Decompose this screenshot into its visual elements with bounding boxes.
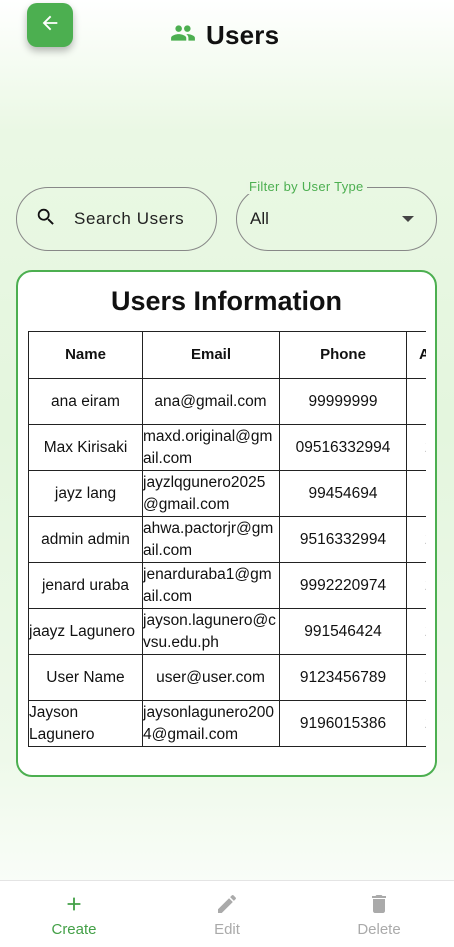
create-button[interactable]: Create: [24, 881, 124, 947]
card-title: Users Information: [110, 286, 343, 316]
page-title: Users: [206, 19, 280, 50]
table-row[interactable]: jaayz Lagunero jayson.lagunero@cvsu.edu.…: [28, 608, 426, 655]
cell-extra: 2: [406, 562, 426, 609]
cell-email: maxd.original@gmail.com: [142, 424, 280, 471]
search-users-button[interactable]: Search Users: [16, 187, 217, 251]
users-information-card: Users Information Name Email Phone A ana…: [16, 270, 437, 777]
cell-email: jenarduraba1@gmail.com: [142, 562, 280, 609]
cell-email: ana@gmail.com: [142, 378, 280, 425]
cell-extra: [406, 378, 426, 425]
cell-email: ahwa.pactorjr@gmail.com: [142, 516, 280, 563]
cell-email: jaysonlagunero2004@gmail.com: [142, 700, 280, 747]
delete-button[interactable]: Delete: [329, 881, 429, 947]
table-row[interactable]: ana eiram ana@gmail.com 99999999: [28, 378, 426, 425]
cell-phone: 9992220974: [279, 562, 407, 609]
cell-phone: 99999999: [279, 378, 407, 425]
caret-down-icon: [402, 216, 414, 222]
bottom-navigation-bar: Create Edit Delete: [0, 880, 454, 947]
cell-name: Max Kirisaki: [28, 424, 143, 471]
cell-phone: 9516332994: [279, 516, 407, 563]
cell-name: jaayz Lagunero: [28, 608, 143, 655]
arrow-back-icon: [39, 12, 61, 39]
cell-extra: 2: [406, 608, 426, 655]
column-header-email: Email: [142, 331, 280, 379]
cell-extra: 2: [406, 654, 426, 701]
cell-name: ana eiram: [28, 378, 143, 425]
create-label: Create: [51, 921, 97, 938]
cell-email: user@user.com: [142, 654, 280, 701]
table-row[interactable]: Max Kirisaki maxd.original@gmail.com 095…: [28, 424, 426, 471]
table-row[interactable]: Jayson Lagunero jaysonlagunero2004@gmail…: [28, 700, 426, 747]
cell-email: jayzlqgunero2025@gmail.com: [142, 470, 280, 517]
users-table: Name Email Phone A ana eiram ana@gmail.c…: [28, 331, 426, 747]
cell-email: jayson.lagunero@cvsu.edu.ph: [142, 608, 280, 655]
table-row[interactable]: jayz lang jayzlqgunero2025@gmail.com 994…: [28, 470, 426, 517]
cell-extra: 2: [406, 700, 426, 747]
table-header-row: Name Email Phone A: [28, 331, 426, 379]
cell-name: Jayson Lagunero: [28, 700, 143, 747]
table-row[interactable]: admin admin ahwa.pactorjr@gmail.com 9516…: [28, 516, 426, 563]
cell-name: jenard uraba: [28, 562, 143, 609]
cell-phone: 99454694: [279, 470, 407, 517]
group-icon: [170, 20, 196, 51]
users-table-scroll[interactable]: Name Email Phone A ana eiram ana@gmail.c…: [28, 331, 426, 749]
cell-phone: 991546424: [279, 608, 407, 655]
edit-label: Edit: [214, 921, 240, 938]
cell-extra: 2: [406, 424, 426, 471]
plus-icon: [63, 891, 85, 917]
cell-name: User Name: [28, 654, 143, 701]
cell-phone: 09516332994: [279, 424, 407, 471]
table-row[interactable]: jenard uraba jenarduraba1@gmail.com 9992…: [28, 562, 426, 609]
cell-phone: 9196015386: [279, 700, 407, 747]
column-header-extra: A: [406, 331, 426, 379]
search-users-label: Search Users: [74, 209, 185, 228]
page-header: Users: [170, 18, 279, 52]
search-icon: [35, 206, 57, 233]
table-row[interactable]: User Name user@user.com 9123456789 2: [28, 654, 426, 701]
pencil-icon: [215, 891, 239, 917]
cell-name: admin admin: [28, 516, 143, 563]
delete-label: Delete: [357, 921, 401, 938]
filter-label: Filter by User Type: [246, 180, 367, 194]
edit-button[interactable]: Edit: [177, 881, 277, 947]
cell-phone: 9123456789: [279, 654, 407, 701]
cell-extra: [406, 470, 426, 517]
cell-extra: 2: [406, 516, 426, 563]
column-header-phone: Phone: [279, 331, 407, 379]
trash-icon: [367, 891, 391, 917]
filter-selected-value: All: [250, 209, 269, 228]
cell-name: jayz lang: [28, 470, 143, 517]
column-header-name: Name: [28, 331, 143, 379]
back-button[interactable]: [27, 3, 73, 47]
